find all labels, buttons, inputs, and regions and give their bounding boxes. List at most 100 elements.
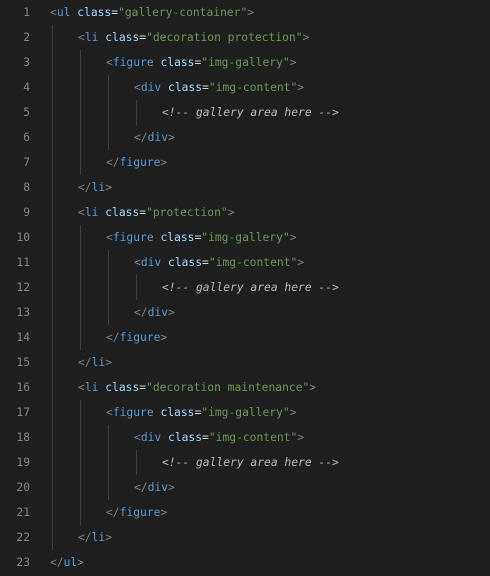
code-line[interactable]: 8 </li> <box>0 175 490 200</box>
code-line[interactable]: 12 <!-- gallery area here --> <box>0 275 490 300</box>
bracket: < <box>106 56 113 69</box>
line-number: 12 <box>16 281 30 294</box>
code-text: <li class="protection"> <box>78 200 235 225</box>
bracket: </ <box>134 306 148 319</box>
attribute-name: class <box>160 231 195 244</box>
tag-name: div <box>147 481 169 494</box>
tag-name: figure <box>112 56 154 69</box>
attribute-name: class <box>168 81 203 94</box>
indent-guide <box>52 425 53 450</box>
code-line[interactable]: 21 </figure> <box>0 500 490 525</box>
code-line[interactable]: 2 <li class="decoration protection"> <box>0 25 490 50</box>
indent-guide <box>52 375 53 400</box>
code-text: </figure> <box>106 500 167 525</box>
line-number: 17 <box>16 406 30 419</box>
line-number: 14 <box>16 331 30 344</box>
code-text: <figure class="img-gallery"> <box>106 225 297 250</box>
code-text: <!-- gallery area here --> <box>162 100 339 125</box>
code-text: <figure class="img-gallery"> <box>106 400 297 425</box>
attribute-name: class <box>160 406 195 419</box>
code-text: <div class="img-content"> <box>134 425 304 450</box>
tag-name: li <box>91 356 106 369</box>
tag-name: figure <box>119 331 161 344</box>
attribute-value: "img-gallery" <box>201 56 290 69</box>
code-line[interactable]: 20 </div> <box>0 475 490 500</box>
bracket: > <box>160 156 168 169</box>
code-line[interactable]: 6 </div> <box>0 125 490 150</box>
code-line[interactable]: 1 <ul class="gallery-container"> <box>0 0 490 25</box>
indent-guide <box>80 75 81 100</box>
code-text: <div class="img-content"> <box>134 250 304 275</box>
indent-guide <box>80 325 81 350</box>
bracket: </ <box>106 156 120 169</box>
attribute-name: class <box>168 256 203 269</box>
tag-name: div <box>140 81 162 94</box>
code-line[interactable]: 19 <!-- gallery area here --> <box>0 450 490 475</box>
code-text: </ul> <box>50 550 84 575</box>
indent-guide <box>108 250 109 275</box>
line-number: 2 <box>23 31 30 44</box>
bracket: > <box>289 231 297 244</box>
attribute-value: "protection" <box>146 206 228 219</box>
code-text: </figure> <box>106 325 167 350</box>
tag-name: figure <box>119 156 161 169</box>
bracket: > <box>105 181 113 194</box>
bracket: > <box>168 131 175 144</box>
bracket: < <box>134 431 141 444</box>
code-line[interactable]: 14 </figure> <box>0 325 490 350</box>
indent-guide <box>52 200 53 225</box>
code-line[interactable]: 17 <figure class="img-gallery"> <box>0 400 490 425</box>
bracket: < <box>106 231 113 244</box>
indent-guide <box>80 225 81 250</box>
code-text: <ul class="gallery-container"> <box>50 0 254 25</box>
code-line[interactable]: 4 <div class="img-content"> <box>0 75 490 100</box>
tag-name: figure <box>112 231 154 244</box>
attribute-name: class <box>105 381 140 394</box>
indent-guide <box>80 425 81 450</box>
code-line[interactable]: 22 </li> <box>0 525 490 550</box>
tag-name: div <box>140 256 162 269</box>
bracket: > <box>105 356 113 369</box>
code-text: <li class="decoration protection"> <box>78 25 309 50</box>
code-line[interactable]: 13 </div> <box>0 300 490 325</box>
code-editor[interactable]: 1 <ul class="gallery-container"> 2 <li clas… <box>0 0 490 576</box>
code-line[interactable]: 15 </li> <box>0 350 490 375</box>
code-line[interactable]: 7 </figure> <box>0 150 490 175</box>
attribute-name: class <box>160 56 195 69</box>
code-line[interactable]: 3 <figure class="img-gallery"> <box>0 50 490 75</box>
bracket: > <box>77 556 85 569</box>
code-line[interactable]: 10 <figure class="img-gallery"> <box>0 225 490 250</box>
indent-guide <box>52 500 53 525</box>
bracket: < <box>134 81 141 94</box>
indent-guide <box>108 75 109 100</box>
bracket: > <box>297 81 305 94</box>
bracket: </ <box>134 481 148 494</box>
code-line[interactable]: 18 <div class="img-content"> <box>0 425 490 450</box>
attribute-value: "decoration maintenance" <box>146 381 310 394</box>
line-number: 3 <box>23 56 30 69</box>
bracket: </ <box>106 331 120 344</box>
comment: <!-- gallery area here --> <box>162 456 339 469</box>
code-line[interactable]: 11 <div class="img-content"> <box>0 250 490 275</box>
code-text: </li> <box>78 525 112 550</box>
code-line[interactable]: 5 <!-- gallery area here --> <box>0 100 490 125</box>
indent-guide <box>80 125 81 150</box>
indent-guide <box>108 100 109 125</box>
attribute-name: class <box>105 31 140 44</box>
indent-guide <box>136 100 137 125</box>
indent-guide <box>80 100 81 125</box>
bracket: > <box>247 6 255 19</box>
tag-name: li <box>91 531 106 544</box>
code-line[interactable]: 16 <li class="decoration maintenance"> <box>0 375 490 400</box>
line-number: 18 <box>16 431 30 444</box>
code-line[interactable]: 9 <li class="protection"> <box>0 200 490 225</box>
indent-guide <box>52 75 53 100</box>
code-line[interactable]: 23 </ul> <box>0 550 490 575</box>
line-number: 11 <box>16 256 30 269</box>
line-number: 9 <box>23 206 30 219</box>
line-number: 7 <box>23 156 30 169</box>
code-text: </div> <box>134 125 175 150</box>
indent-guide <box>108 125 109 150</box>
indent-guide <box>52 275 53 300</box>
indent-guide <box>80 400 81 425</box>
